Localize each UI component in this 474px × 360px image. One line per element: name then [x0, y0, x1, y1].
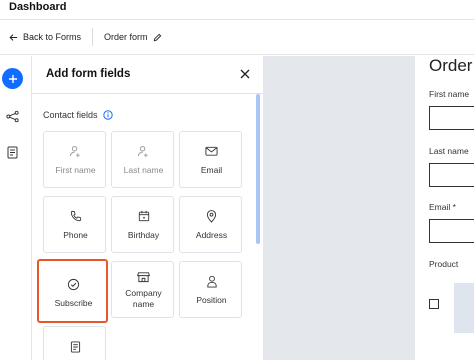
- field-tile-birthday[interactable]: Birthday: [111, 196, 174, 253]
- email-label: Email *: [429, 202, 456, 212]
- field-tile-label: Position: [196, 295, 227, 305]
- form-doc-icon: [7, 146, 17, 159]
- field-tile-label: Address: [195, 230, 228, 240]
- editor-toolbar: Back to Forms Order form: [0, 20, 474, 55]
- field-tile-label: Subscribe: [54, 298, 93, 308]
- field-tile-position[interactable]: Position: [179, 261, 242, 318]
- check-circle-icon: [67, 278, 80, 291]
- panel-header: Add form fields: [32, 56, 263, 94]
- last-name-field[interactable]: [429, 163, 474, 187]
- calendar-icon: [138, 210, 149, 222]
- person-icon: [206, 275, 217, 288]
- field-tile-label: Last name: [123, 165, 164, 175]
- person-add-icon: [69, 146, 80, 158]
- field-tile-subscribe[interactable]: Subscribe: [37, 259, 108, 323]
- field-tile-company-name[interactable]: Company name: [111, 261, 174, 318]
- form-settings-button[interactable]: [4, 144, 21, 161]
- field-tile-address[interactable]: Address: [179, 196, 242, 253]
- field-tile-label: First name: [55, 165, 96, 175]
- close-icon[interactable]: [239, 68, 251, 80]
- back-to-forms-label: Back to Forms: [23, 32, 82, 42]
- store-icon: [137, 272, 150, 283]
- share-nodes-button[interactable]: [4, 108, 21, 125]
- first-name-field[interactable]: [429, 106, 474, 130]
- product-checkbox[interactable]: [429, 299, 439, 309]
- dashboard-header: Dashboard: [0, 0, 474, 20]
- form-preview-title: Order: [429, 56, 473, 75]
- field-tile-label-line1: Company: [125, 288, 162, 298]
- share-nodes-icon: [6, 110, 19, 123]
- field-tile-label-line2: name: [132, 299, 155, 309]
- location-pin-icon: [206, 210, 217, 223]
- toolbar-divider: [92, 28, 93, 46]
- contact-fields-label: Contact fields: [43, 110, 98, 120]
- envelope-icon: [205, 146, 218, 156]
- last-name-label: Last name: [429, 146, 469, 156]
- back-to-forms-link[interactable]: Back to Forms: [9, 32, 81, 42]
- field-tile-last-name[interactable]: Last name: [111, 131, 174, 188]
- first-name-label: First name: [429, 89, 470, 99]
- person-add-icon: [137, 146, 148, 158]
- form-preview: Order First name Last name Email * Produ…: [415, 56, 474, 360]
- panel-title: Add form fields: [46, 68, 131, 80]
- info-icon[interactable]: [102, 110, 113, 120]
- contact-fields-heading: Contact fields: [43, 110, 113, 120]
- document-icon: [70, 341, 81, 353]
- form-name-rename[interactable]: Order form: [104, 32, 162, 42]
- arrow-left-icon: [9, 33, 18, 41]
- editor-canvas: [263, 56, 415, 360]
- plus-icon: [8, 74, 17, 83]
- phone-icon: [70, 210, 81, 222]
- add-element-button[interactable]: [2, 68, 23, 89]
- form-name-label: Order form: [104, 32, 148, 42]
- email-field[interactable]: [429, 219, 474, 243]
- left-rail: [0, 56, 32, 360]
- field-tile-email[interactable]: Email: [179, 131, 242, 188]
- field-tile-label: Birthday: [127, 230, 160, 240]
- field-tile-phone[interactable]: Phone: [43, 196, 106, 253]
- pencil-icon[interactable]: [153, 33, 162, 42]
- product-image: [454, 283, 474, 333]
- product-label: Product: [429, 259, 459, 269]
- field-tile-document[interactable]: [43, 326, 106, 360]
- dashboard-title: Dashboard: [9, 1, 67, 13]
- field-tile-label: Email: [200, 165, 223, 175]
- add-form-fields-panel: Add form fields Contact fields First nam…: [32, 56, 263, 360]
- field-tile-label: Company name: [112, 288, 175, 310]
- field-tile-label: Phone: [63, 230, 88, 240]
- panel-scrollbar[interactable]: [256, 94, 260, 244]
- field-tile-first-name[interactable]: First name: [43, 131, 106, 188]
